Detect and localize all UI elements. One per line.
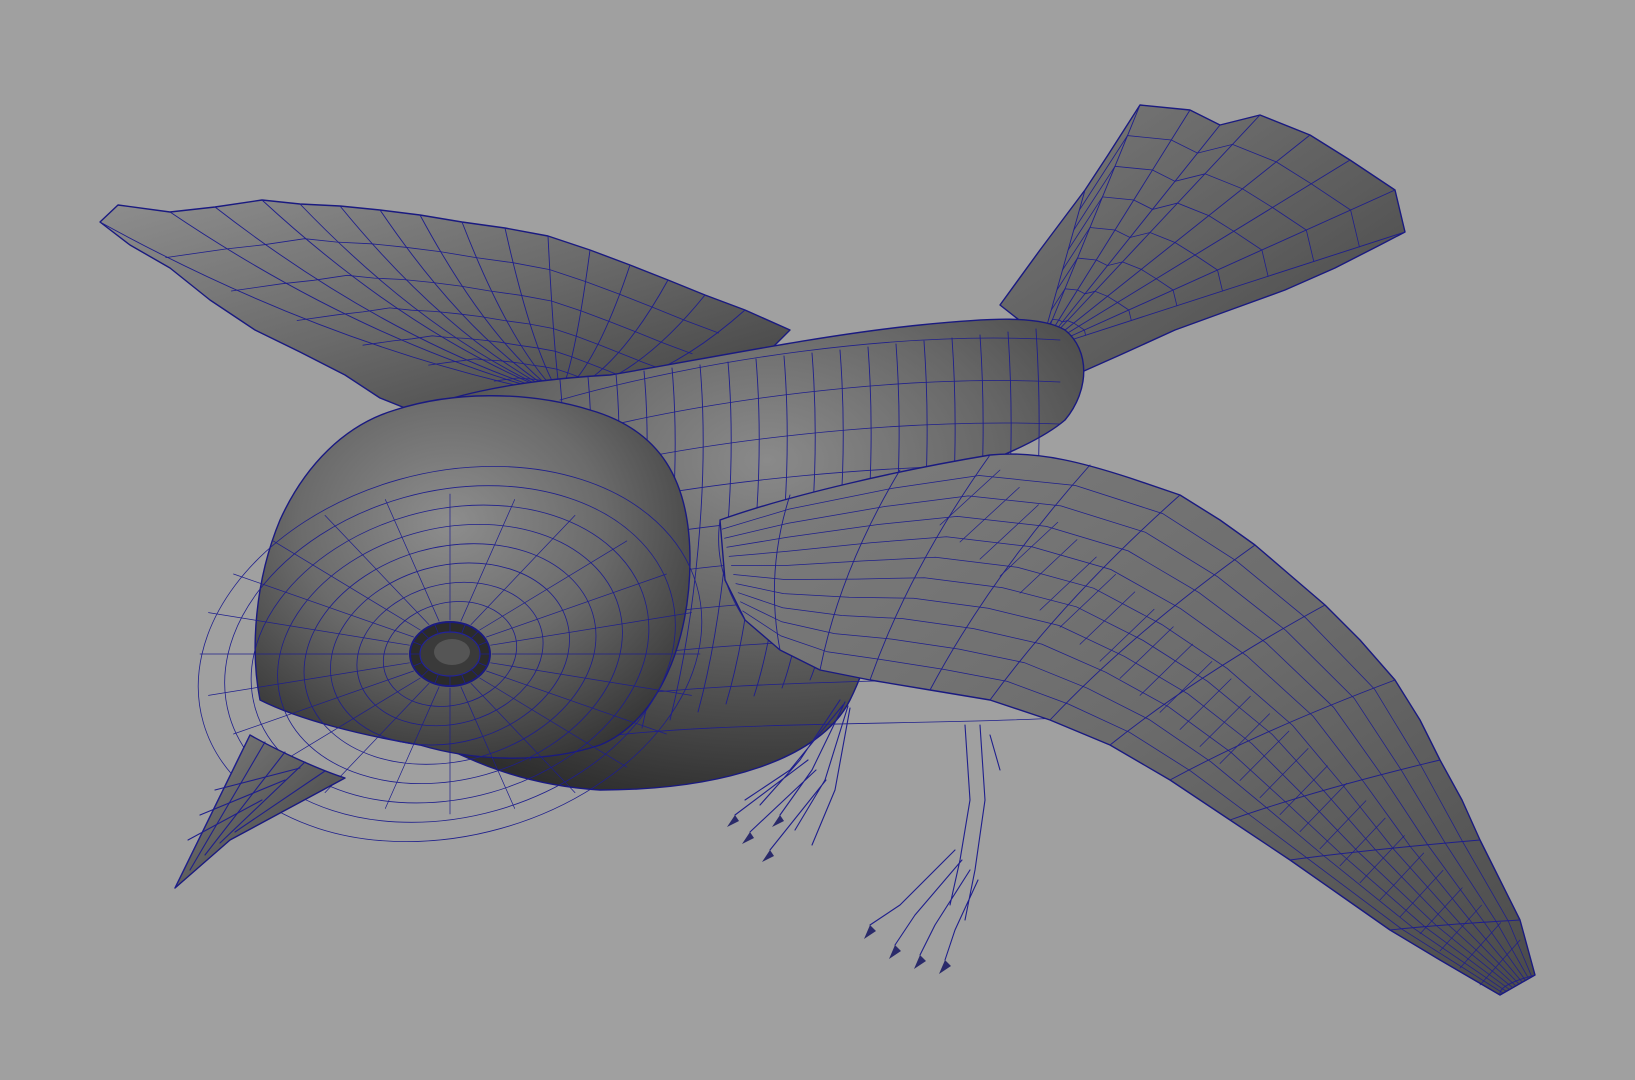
eye [409,621,491,687]
beak [174,734,346,889]
bird-mesh-scene[interactable] [0,0,1635,1080]
right-wing[interactable] [718,453,1536,996]
3d-viewport[interactable] [0,0,1635,1080]
right-foot [864,724,1001,974]
